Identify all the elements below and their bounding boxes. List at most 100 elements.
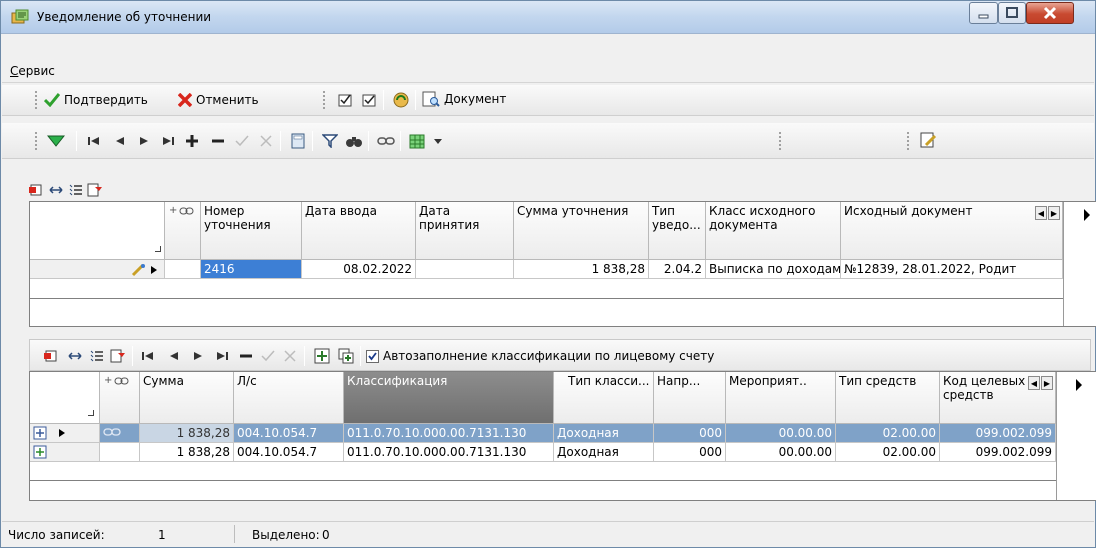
toolbar-grip[interactable] <box>778 131 782 151</box>
table-cell[interactable]: 00.00.00 <box>726 443 836 462</box>
add-copy-button[interactable] <box>336 346 356 366</box>
col-header[interactable]: Номер уточнения <box>201 202 302 260</box>
table-cell[interactable]: Доходная <box>554 424 654 443</box>
column-filter-icon[interactable] <box>87 183 103 197</box>
delete-record-button[interactable] <box>236 346 256 366</box>
cancel-record-button[interactable] <box>256 131 276 151</box>
scroll-left-icon[interactable]: ◀ <box>1028 376 1040 390</box>
prev-record-button[interactable] <box>110 131 130 151</box>
lower-link-header[interactable]: + <box>100 372 140 424</box>
table-cell[interactable]: №12839, 28.01.2022, Родит <box>841 260 1063 279</box>
toolbar-grip[interactable] <box>34 90 38 110</box>
toolbar-grip[interactable] <box>34 131 38 151</box>
row-indicator[interactable] <box>30 424 100 443</box>
tool-refresh-button[interactable] <box>391 90 411 110</box>
maximize-button[interactable] <box>998 2 1026 24</box>
table-cell[interactable]: 011.0.70.10.000.00.7131.130 <box>344 443 554 462</box>
scroll-right-icon[interactable]: ▶ <box>1041 376 1053 390</box>
export-dropdown-button[interactable] <box>428 131 448 151</box>
list-settings-icon[interactable] <box>90 349 104 363</box>
tool-check-button[interactable] <box>359 90 379 110</box>
table-cell[interactable]: 099.002.099 <box>940 424 1056 443</box>
link-cell[interactable] <box>165 260 201 279</box>
more-columns-icon[interactable] <box>1074 378 1084 392</box>
table-cell[interactable]: 08.02.2022 <box>302 260 416 279</box>
col-header[interactable]: Дата принятия <box>416 202 514 260</box>
table-cell[interactable]: 000 <box>654 424 726 443</box>
col-header[interactable]: Тип уведо... <box>649 202 706 260</box>
last-record-button[interactable] <box>212 346 232 366</box>
table-cell[interactable]: 004.10.054.7 <box>234 443 344 462</box>
header-scroll-arrows[interactable]: ◀ ▶ <box>1028 376 1053 390</box>
export-button[interactable] <box>408 131 428 151</box>
close-button[interactable] <box>1026 2 1074 24</box>
more-columns-icon[interactable] <box>1082 208 1092 222</box>
scroll-right-icon[interactable]: ▶ <box>1048 206 1060 220</box>
delete-record-button[interactable] <box>208 131 228 151</box>
edit-notes-button[interactable] <box>918 130 938 150</box>
toolbar-grip[interactable] <box>906 131 910 151</box>
row-indicator[interactable] <box>30 260 165 279</box>
table-cell[interactable]: 2.04.2 <box>649 260 706 279</box>
link-cell[interactable] <box>100 424 140 443</box>
post-record-button[interactable] <box>258 346 278 366</box>
tool-select-all-button[interactable] <box>335 90 355 110</box>
col-header[interactable]: Тип класси... <box>554 372 654 424</box>
table-cell[interactable]: Выписка по доходам <box>706 260 841 279</box>
link-button[interactable] <box>376 131 396 151</box>
header-scroll-arrows[interactable]: ◀ ▶ <box>1035 206 1060 220</box>
col-header[interactable]: Л/с <box>234 372 344 424</box>
post-record-button[interactable] <box>232 131 252 151</box>
table-cell[interactable]: 02.00.00 <box>836 443 940 462</box>
last-record-button[interactable] <box>158 131 178 151</box>
filter-drop-button[interactable] <box>46 131 66 151</box>
list-settings-icon[interactable] <box>69 183 83 197</box>
col-header[interactable]: Мероприят.. <box>726 372 836 424</box>
minimize-button[interactable] <box>969 2 998 24</box>
table-cell[interactable] <box>416 260 514 279</box>
col-header[interactable]: Дата ввода <box>302 202 416 260</box>
autofill-checkbox[interactable]: Автозаполнение классификации по лицевому… <box>366 349 714 363</box>
next-record-button[interactable] <box>188 346 208 366</box>
table-cell[interactable]: Доходная <box>554 443 654 462</box>
table-cell[interactable]: 1 838,28 <box>140 424 234 443</box>
menu-service[interactable]: Сервис <box>10 64 55 78</box>
table-cell[interactable]: 099.002.099 <box>940 443 1056 462</box>
col-header[interactable]: Класс исходного документа <box>706 202 841 260</box>
table-cell[interactable]: 00.00.00 <box>726 424 836 443</box>
document-button[interactable]: Документ <box>422 91 506 107</box>
cancel-button[interactable]: Отменить <box>178 93 259 107</box>
column-filter-icon[interactable] <box>110 349 126 363</box>
table-cell[interactable]: 2416 <box>201 260 302 279</box>
title-bar[interactable]: Уведомление об уточнении <box>1 1 1095 34</box>
col-header[interactable]: Напр... <box>654 372 726 424</box>
table-cell[interactable]: 011.0.70.10.000.00.7131.130 <box>344 424 554 443</box>
filter-button[interactable] <box>320 131 340 151</box>
col-header[interactable]: Тип средств <box>836 372 940 424</box>
col-header[interactable]: Сумма <box>140 372 234 424</box>
cancel-record-button[interactable] <box>280 346 300 366</box>
add-child-button[interactable] <box>312 346 332 366</box>
upper-link-header[interactable]: + <box>165 202 201 260</box>
add-record-button[interactable] <box>182 131 202 151</box>
col-header[interactable]: Сумма уточнения <box>514 202 649 260</box>
toolbar-grip[interactable] <box>322 90 326 110</box>
next-record-button[interactable] <box>134 131 154 151</box>
table-cell[interactable]: 02.00.00 <box>836 424 940 443</box>
table-cell[interactable]: 1 838,28 <box>514 260 649 279</box>
first-record-button[interactable] <box>138 346 158 366</box>
insert-row-icon[interactable] <box>29 183 43 197</box>
insert-row-icon[interactable] <box>44 349 58 363</box>
table-cell[interactable]: 000 <box>654 443 726 462</box>
scroll-left-icon[interactable]: ◀ <box>1035 206 1047 220</box>
find-button[interactable] <box>344 131 364 151</box>
expand-horizontal-icon[interactable] <box>49 183 63 197</box>
table-cell[interactable]: 004.10.054.7 <box>234 424 344 443</box>
table-cell[interactable]: 1 838,28 <box>140 443 234 462</box>
expand-horizontal-icon[interactable] <box>68 349 82 363</box>
prev-record-button[interactable] <box>164 346 184 366</box>
col-header-classification[interactable]: Классификация <box>344 372 554 424</box>
col-header[interactable]: Исходный документ <box>841 202 1063 260</box>
first-record-button[interactable] <box>84 131 104 151</box>
row-indicator[interactable] <box>30 443 100 462</box>
